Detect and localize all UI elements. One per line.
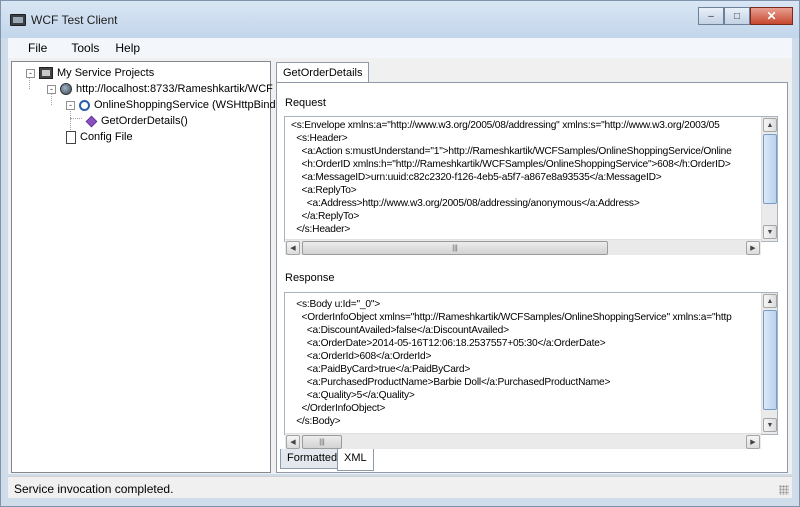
request-line: </s:Header>: [291, 224, 351, 235]
window-controls: – □ ✕: [698, 7, 793, 25]
request-line: </a:ReplyTo>: [291, 211, 360, 222]
config-label: Config File: [80, 131, 133, 143]
request-line: <s:Header>: [291, 133, 348, 144]
project-icon: [39, 67, 53, 79]
title-bar[interactable]: WCF Test Client – □ ✕: [1, 1, 799, 38]
method-icon: [85, 115, 98, 127]
collapse-toggle[interactable]: -: [47, 84, 56, 94]
response-label: Response: [285, 272, 335, 284]
response-vertical-scrollbar[interactable]: ▲ ▼: [761, 293, 777, 434]
response-line: <s:Body u:Id="_0">: [291, 299, 381, 310]
minimize-button[interactable]: –: [698, 7, 724, 25]
request-line: <a:Address>http://www.w3.org/2005/08/add…: [291, 198, 640, 209]
request-line: <a:Action s:mustUnderstand="1">http://Ra…: [291, 146, 732, 157]
scroll-left-icon[interactable]: ◀: [286, 435, 300, 449]
scroll-thumb[interactable]: [763, 134, 777, 204]
scroll-down-icon[interactable]: ▼: [763, 225, 777, 239]
response-line: <a:Quality>5</a:Quality>: [291, 390, 415, 401]
response-horizontal-scrollbar[interactable]: ◀ ||| ▶: [285, 433, 761, 449]
scroll-up-icon[interactable]: ▲: [763, 118, 777, 132]
tree-item-root[interactable]: - My Service Projects: [26, 65, 154, 81]
request-vertical-scrollbar[interactable]: ▲ ▼: [761, 117, 777, 241]
app-window: WCF Test Client – □ ✕ File Tools Help - …: [0, 0, 800, 507]
scroll-down-icon[interactable]: ▼: [763, 418, 777, 432]
response-line: <a:OrderDate>2014-05-16T12:06:18.2537557…: [291, 338, 606, 349]
request-label: Request: [285, 97, 326, 109]
response-line: </s:Body>: [291, 416, 341, 427]
scroll-up-icon[interactable]: ▲: [763, 294, 777, 308]
status-bar: Service invocation completed.: [8, 476, 792, 498]
tree-item-config[interactable]: Config File: [66, 129, 133, 145]
client-area: - My Service Projects - http://localhost…: [8, 58, 792, 474]
close-button[interactable]: ✕: [750, 7, 793, 25]
scroll-right-icon[interactable]: ▶: [746, 241, 760, 255]
request-line: <s:Envelope xmlns:a="http://www.w3.org/2…: [291, 120, 720, 131]
request-xml-view[interactable]: <s:Envelope xmlns:a="http://www.w3.org/2…: [284, 116, 778, 242]
scroll-right-icon[interactable]: ▶: [746, 435, 760, 449]
globe-icon: [60, 83, 72, 95]
request-horizontal-scrollbar[interactable]: ◀ ||| ▶: [285, 239, 761, 255]
menu-help[interactable]: Help: [109, 41, 150, 55]
tab-xml[interactable]: XML: [337, 449, 374, 471]
maximize-button[interactable]: □: [724, 7, 750, 25]
request-line: <h:OrderID xmlns:h="http://Rameshkartik/…: [291, 159, 731, 170]
scroll-left-icon[interactable]: ◀: [286, 241, 300, 255]
menu-bar: File Tools Help: [8, 38, 792, 58]
response-line: </OrderInfoObject>: [291, 403, 386, 414]
scroll-thumb[interactable]: [763, 310, 777, 410]
tree-root-label: My Service Projects: [57, 67, 155, 79]
service-icon: [79, 99, 90, 111]
request-line: <a:ReplyTo>: [291, 185, 357, 196]
request-line: <a:MessageID>urn:uuid:c82c2320-f126-4eb5…: [291, 172, 662, 183]
tree-item-service[interactable]: - OnlineShoppingService (WSHttpBindi: [66, 97, 278, 113]
tree-connector: [70, 118, 82, 119]
collapse-toggle[interactable]: -: [66, 100, 75, 110]
tree-item-endpoint[interactable]: - http://localhost:8733/Rameshkartik/WCF: [47, 81, 273, 97]
status-text: Service invocation completed.: [14, 482, 174, 496]
operation-label: GetOrderDetails(): [101, 115, 188, 127]
tab-getorderdetails[interactable]: GetOrderDetails: [276, 62, 370, 84]
response-line: <OrderInfoObject xmlns="http://Rameshkar…: [291, 312, 732, 323]
window-title: WCF Test Client: [31, 13, 118, 27]
response-xml-view[interactable]: <s:Body u:Id="_0"> <OrderInfoObject xmln…: [284, 292, 778, 435]
tree-item-operation[interactable]: GetOrderDetails(): [85, 113, 188, 129]
scroll-thumb[interactable]: |||: [302, 435, 342, 449]
response-line: <a:OrderId>608</a:OrderId>: [291, 351, 432, 362]
response-line: <a:DiscountAvailed>false</a:DiscountAvai…: [291, 325, 509, 336]
menu-file[interactable]: File: [8, 41, 57, 55]
menu-tools[interactable]: Tools: [57, 41, 109, 55]
endpoint-label: http://localhost:8733/Rameshkartik/WCF: [76, 83, 273, 95]
service-label: OnlineShoppingService (WSHttpBindi: [94, 99, 279, 111]
collapse-toggle[interactable]: -: [26, 68, 35, 78]
response-line: <a:PaidByCard>true</a:PaidByCard>: [291, 364, 471, 375]
operation-tab-page: Request <s:Envelope xmlns:a="http://www.…: [276, 82, 788, 473]
app-icon: [10, 14, 26, 26]
file-icon: [66, 130, 76, 144]
tab-formatted[interactable]: Formatted: [280, 449, 345, 469]
response-line: <a:PurchasedProductName>Barbie Doll</a:P…: [291, 377, 611, 388]
resize-grip-icon[interactable]: [779, 485, 789, 495]
service-tree: - My Service Projects - http://localhost…: [11, 61, 278, 473]
scroll-thumb[interactable]: |||: [302, 241, 608, 255]
